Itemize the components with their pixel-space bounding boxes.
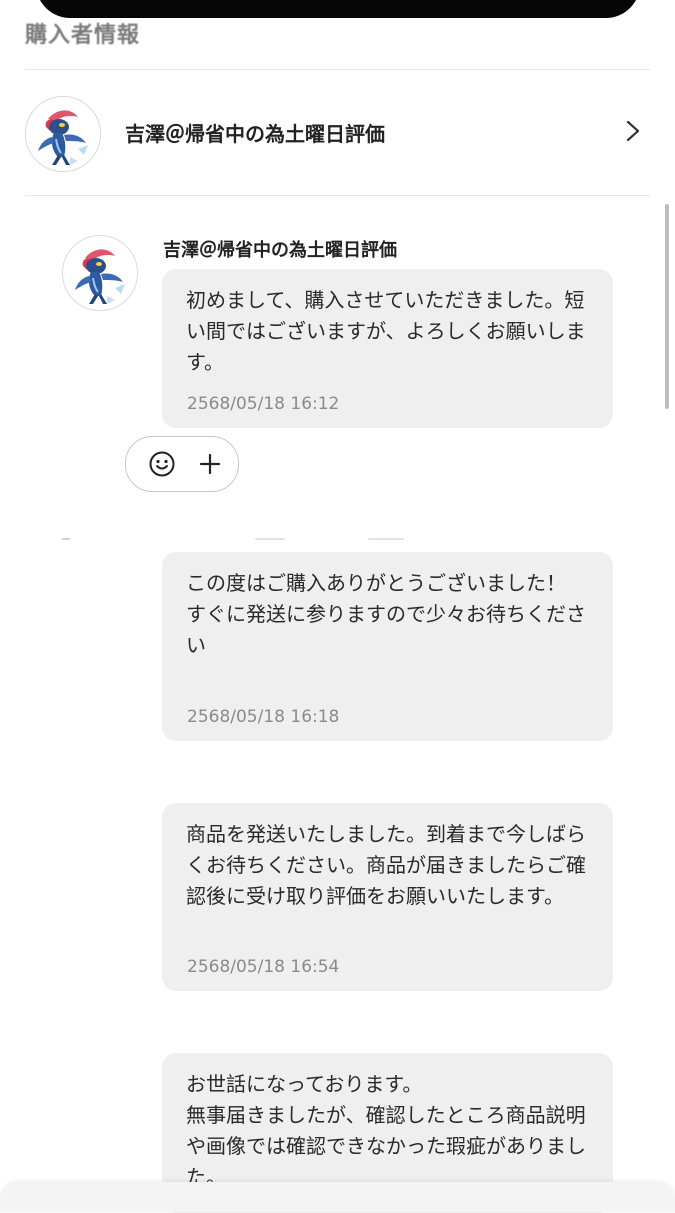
- buyer-name: 吉澤＠帰省中の為土曜日評価: [125, 122, 385, 146]
- message-timestamp: 2568/05/18 16:12: [187, 394, 340, 414]
- scrollbar[interactable]: [665, 204, 669, 409]
- sender-avatar[interactable]: [62, 235, 138, 311]
- sender-name: 吉澤＠帰省中の為土曜日評価: [163, 240, 397, 261]
- smile-icon: [149, 451, 175, 477]
- message-text: この度はご購入ありがとうございました！ すぐに発送に参りますので少々お待ちくださ…: [186, 571, 586, 657]
- status-bar-notch: [36, 0, 640, 18]
- redaction-mark: [62, 538, 70, 540]
- buyer-profile-row[interactable]: 吉澤＠帰省中の為土曜日評価: [25, 96, 650, 172]
- section-title: 購入者情報: [25, 23, 141, 48]
- character-avatar-icon: [63, 236, 137, 310]
- reaction-bar: [125, 436, 239, 492]
- message-timestamp: 2568/05/18 16:54: [187, 957, 340, 977]
- message-bubble: この度はご購入ありがとうございました！ すぐに発送に参りますので少々お待ちくださ…: [162, 552, 613, 741]
- redaction-mark: [368, 538, 404, 540]
- buyer-avatar[interactable]: [25, 96, 101, 172]
- add-reaction-button[interactable]: [148, 450, 176, 478]
- divider: [25, 69, 650, 70]
- message-bubble: 初めまして、購入させていただきました。短い間ではございますが、よろしくお願いしま…: [162, 269, 613, 428]
- divider: [25, 195, 650, 196]
- bottom-sheet-edge: [0, 1182, 675, 1212]
- plus-icon: [199, 453, 221, 475]
- add-button[interactable]: [196, 450, 224, 478]
- message-text: 初めまして、購入させていただきました。短い間ではございますが、よろしくお願いしま…: [186, 288, 586, 374]
- message-timestamp: 2568/05/18 16:18: [187, 707, 340, 727]
- message-text: お世話になっております。 無事届きましたが、確認したところ商品説明や画像では確認…: [186, 1072, 586, 1189]
- message-text: 商品を発送いたしました。到着まで今しばらくお待ちください。商品が届きましたらご確…: [186, 822, 586, 908]
- chevron-right-icon[interactable]: [626, 120, 640, 142]
- character-avatar-icon: [26, 97, 100, 171]
- redaction-mark: [255, 538, 285, 540]
- message-bubble: 商品を発送いたしました。到着まで今しばらくお待ちください。商品が届きましたらご確…: [162, 803, 613, 991]
